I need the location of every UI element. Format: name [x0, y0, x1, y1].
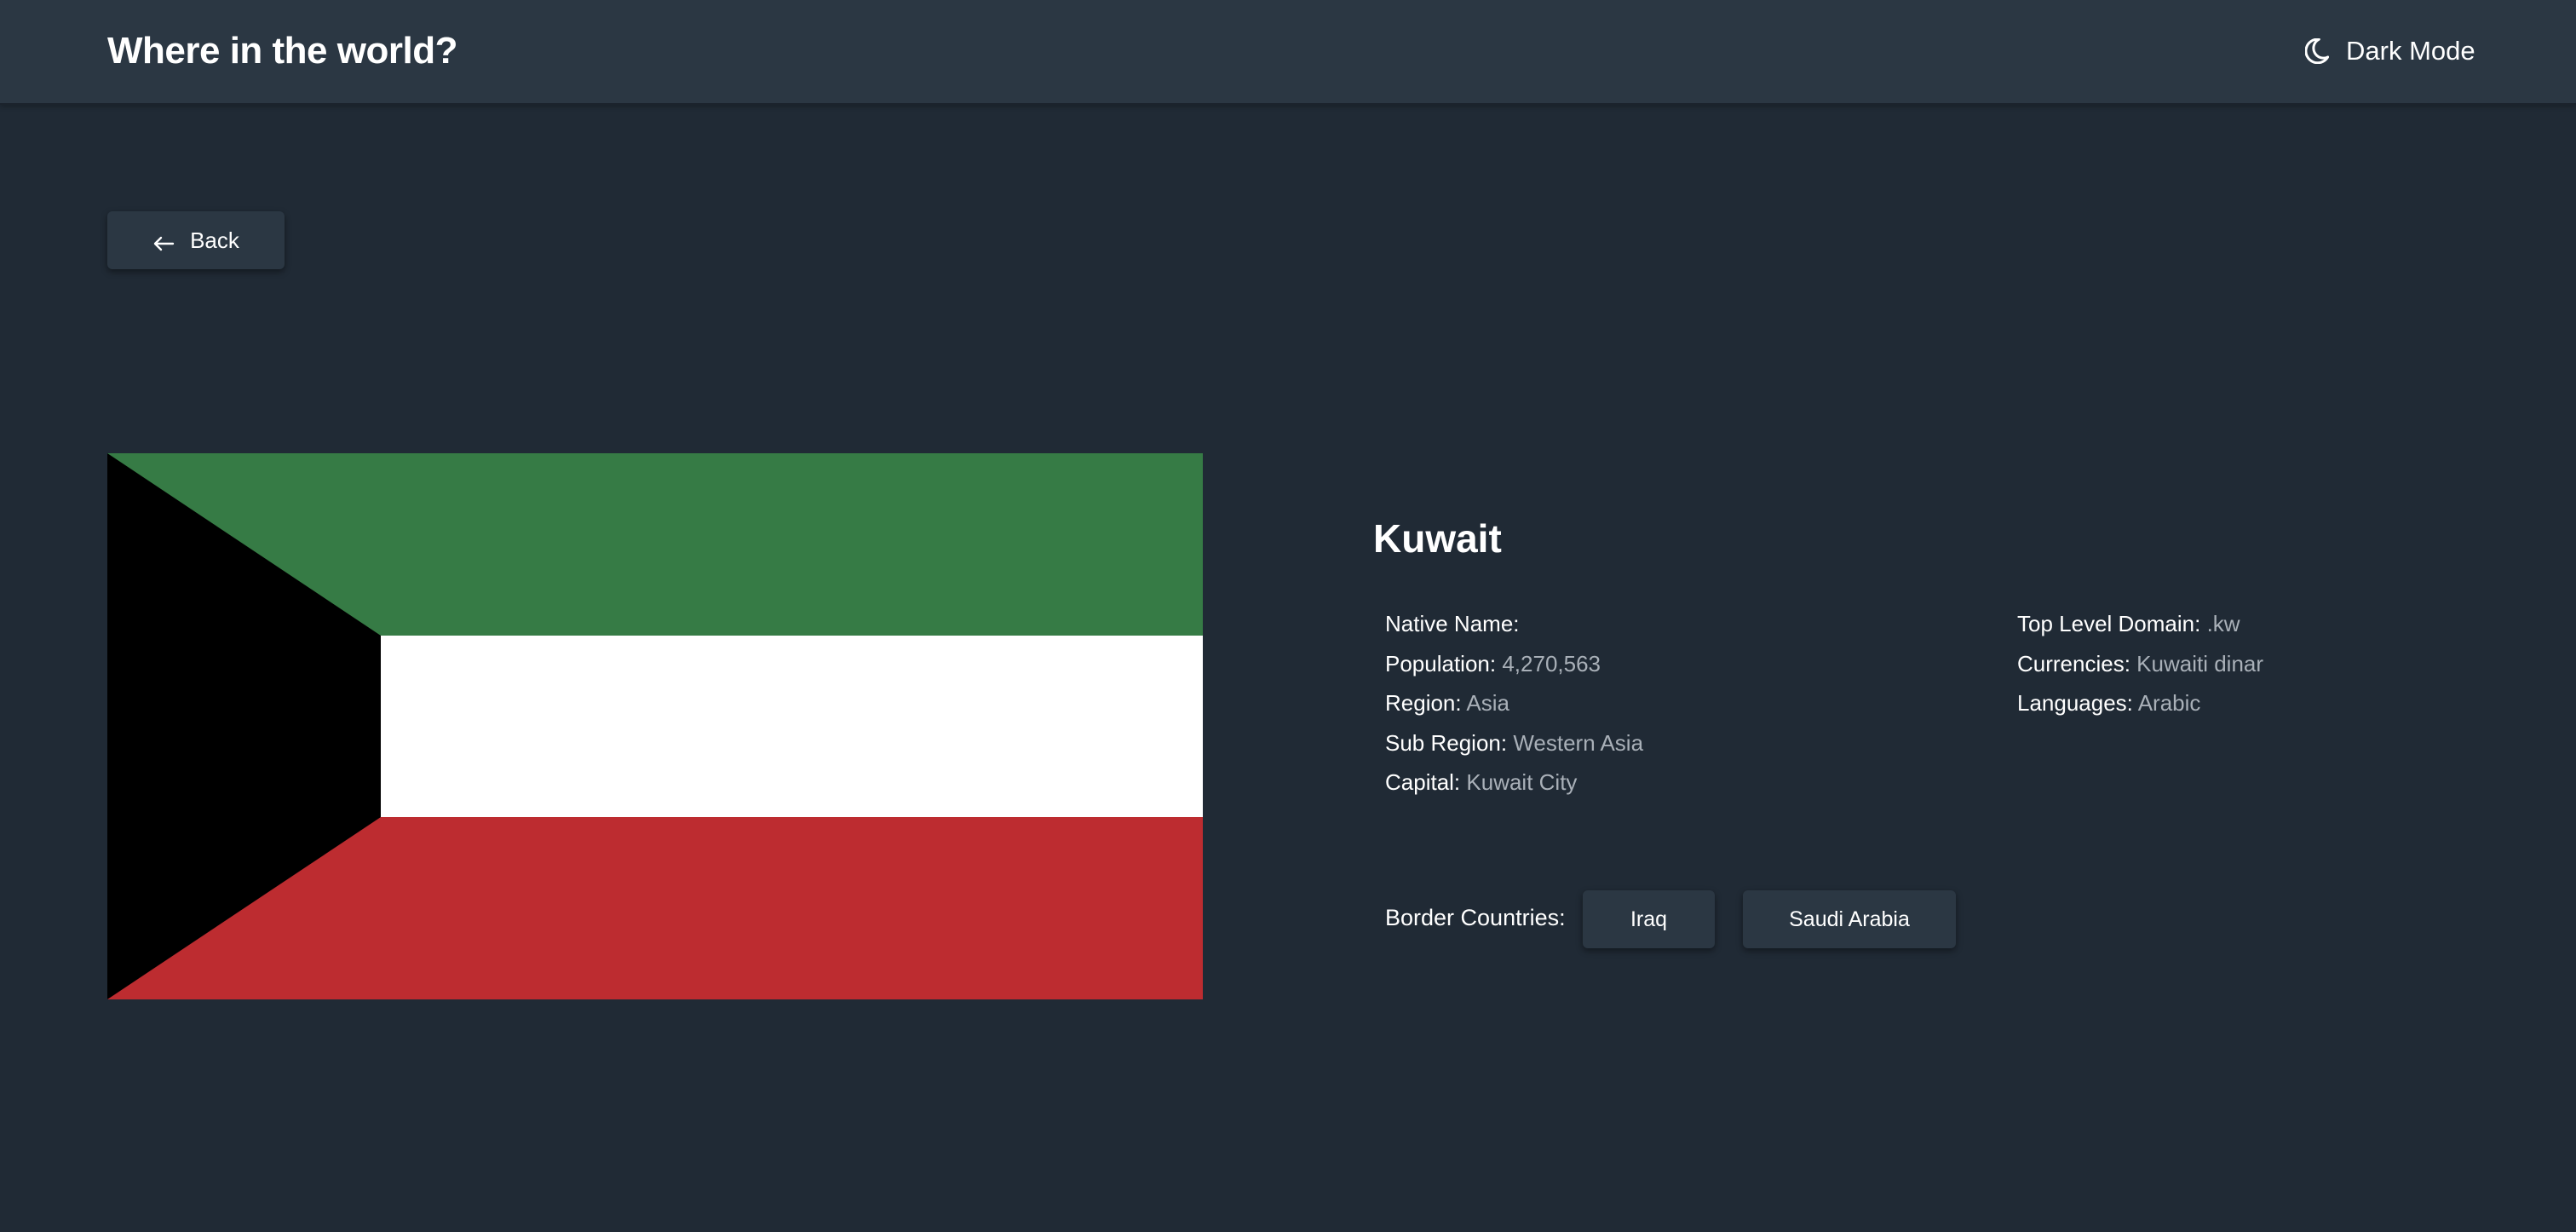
dark-mode-toggle[interactable]: Dark Mode [2304, 29, 2475, 73]
country-info-secondary: Top Level Domain: .kw Currencies: Kuwait… [2017, 604, 2263, 723]
languages-row: Languages: Arabic [2017, 683, 2263, 723]
country-name: Kuwait [1373, 516, 1502, 561]
country-flag [107, 453, 1203, 999]
info-value: .kw [2206, 611, 2240, 636]
info-value: Western Asia [1513, 729, 1644, 756]
country-info-primary: Native Name: Population: 4,270,563 Regio… [1385, 604, 1643, 803]
top-header: Where in the world? Dark Mode [0, 0, 2576, 105]
sub-region-row: Sub Region: Western Asia [1385, 723, 1643, 763]
border-country-label: Iraq [1630, 907, 1668, 931]
border-country-button-saudi-arabia[interactable]: Saudi Arabia [1743, 890, 1956, 948]
info-value: Kuwait City [1466, 769, 1578, 795]
moon-icon [2304, 37, 2330, 65]
population-row: Population: 4,270,563 [1385, 644, 1643, 684]
app-title: Where in the world? [107, 30, 457, 72]
border-countries-label: Border Countries: [1385, 905, 1566, 930]
capital-row: Capital: Kuwait City [1385, 763, 1643, 803]
info-label: Top Level Domain: [2017, 611, 2201, 636]
info-label: Sub Region: [1385, 729, 1508, 756]
info-value: 4,270,563 [1502, 650, 1601, 676]
native-name-row: Native Name: [1385, 604, 1643, 644]
back-button-label: Back [190, 227, 239, 253]
info-label: Currencies: [2017, 650, 2130, 676]
info-label: Region: [1385, 690, 1462, 716]
arrow-left-icon [152, 232, 175, 251]
currencies-row: Currencies: Kuwaiti dinar [2017, 644, 2263, 684]
top-level-domain-row: Top Level Domain: .kw [2017, 604, 2263, 644]
info-label: Native Name: [1385, 611, 1520, 636]
dark-mode-label: Dark Mode [2346, 36, 2475, 66]
border-country-label: Saudi Arabia [1789, 907, 1910, 931]
region-row: Region: Asia [1385, 683, 1643, 723]
info-label: Languages: [2017, 690, 2133, 716]
info-value: Kuwaiti dinar [2136, 650, 2264, 676]
info-value: Arabic [2137, 690, 2201, 716]
border-country-button-iraq[interactable]: Iraq [1583, 890, 1715, 948]
info-label: Capital: [1385, 769, 1461, 795]
info-label: Population: [1385, 650, 1497, 676]
info-value: Asia [1466, 690, 1509, 716]
back-button[interactable]: Back [107, 211, 285, 269]
